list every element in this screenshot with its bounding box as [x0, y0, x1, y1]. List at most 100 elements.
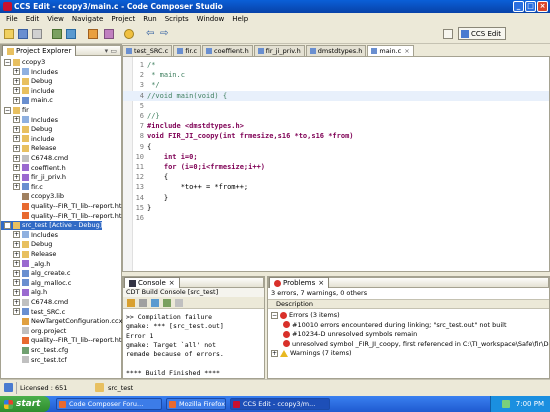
- menu-project[interactable]: Project: [107, 15, 139, 23]
- project-explorer-tab[interactable]: Project Explorer: [2, 45, 77, 56]
- tree-item[interactable]: − src_test [Active - Debug]: [1, 221, 103, 231]
- collapse-icon[interactable]: −: [4, 58, 11, 66]
- code-line[interactable]: 15}: [123, 203, 549, 213]
- tree-item[interactable]: + _alg.h: [1, 260, 50, 269]
- maximize-button[interactable]: □: [525, 1, 536, 12]
- expand-icon[interactable]: +: [13, 164, 20, 172]
- tree-item[interactable]: + fir_ji_priv.h: [1, 173, 66, 182]
- tree-item[interactable]: + Includes: [1, 116, 58, 125]
- code-line[interactable]: 4//void main(void) {: [123, 90, 549, 101]
- scroll-lock-icon[interactable]: [139, 299, 147, 307]
- fast-view-icon[interactable]: [4, 383, 13, 392]
- debug-icon[interactable]: [66, 29, 76, 39]
- expand-icon[interactable]: +: [13, 68, 20, 76]
- menu-run[interactable]: Run: [139, 15, 160, 23]
- open-console-icon[interactable]: [175, 299, 183, 307]
- problem-row[interactable]: − Errors (3 items): [268, 311, 340, 320]
- tree-item[interactable]: + Includes: [1, 231, 58, 240]
- tree-item[interactable]: ccopy3.lib: [1, 192, 64, 201]
- menu-help[interactable]: Help: [228, 15, 252, 23]
- tree-item[interactable]: + C6748.cmd: [1, 154, 68, 163]
- back-arrow-icon[interactable]: ⇦: [146, 29, 156, 39]
- expand-icon[interactable]: +: [13, 269, 20, 277]
- menu-scripts[interactable]: Scripts: [161, 15, 193, 23]
- close-problems-icon[interactable]: ×: [318, 279, 324, 287]
- expand-icon[interactable]: +: [271, 349, 278, 357]
- editor-tab[interactable]: fir.c: [173, 45, 202, 56]
- perspective-ccs-edit-button[interactable]: CCS Edit: [458, 27, 506, 40]
- expand-icon[interactable]: +: [13, 154, 20, 162]
- new-file-icon[interactable]: [4, 29, 14, 39]
- expand-icon[interactable]: +: [13, 250, 20, 258]
- menu-window[interactable]: Window: [193, 15, 229, 23]
- editor-tab[interactable]: dmstdtypes.h: [305, 45, 367, 56]
- editor-tab[interactable]: main.c ×: [367, 45, 414, 56]
- code-editor[interactable]: 1/* 2 * main.c 3 */4//void main(void) {5 6/…: [122, 56, 550, 272]
- close-console-icon[interactable]: ×: [169, 279, 175, 287]
- tree-item[interactable]: + Release: [1, 144, 56, 153]
- tree-item[interactable]: + alg_create.c: [1, 269, 70, 278]
- expand-icon[interactable]: +: [13, 183, 20, 191]
- tree-item[interactable]: + alg_malloc.c: [1, 279, 71, 288]
- tree-item[interactable]: − ccopy3: [1, 58, 45, 67]
- problem-row[interactable]: #10234-D unresolved symbols remain: [268, 330, 417, 339]
- code-line[interactable]: 9{: [123, 142, 549, 152]
- edit-icon[interactable]: [104, 29, 114, 39]
- expand-icon[interactable]: +: [13, 144, 20, 152]
- code-line[interactable]: 12 {: [123, 172, 549, 182]
- code-line[interactable]: 1/*: [123, 60, 549, 70]
- task-code-composer-forum[interactable]: Code Composer Foru...: [56, 398, 162, 410]
- clear-console-icon[interactable]: [127, 299, 135, 307]
- tree-item[interactable]: + include: [1, 87, 55, 96]
- minimize-button[interactable]: _: [513, 1, 524, 12]
- expand-icon[interactable]: +: [13, 298, 20, 306]
- open-perspective-icon[interactable]: [443, 29, 453, 39]
- code-line[interactable]: 5: [123, 101, 549, 111]
- network-icon[interactable]: [501, 400, 510, 408]
- forward-arrow-icon[interactable]: ⇨: [160, 29, 170, 39]
- start-button[interactable]: start: [0, 396, 50, 412]
- tree-item[interactable]: + alg.h: [1, 288, 47, 297]
- menu-edit[interactable]: Edit: [22, 15, 44, 23]
- task-ccs-edit[interactable]: CCS Edit - ccopy3/m...: [230, 398, 330, 410]
- code-line[interactable]: 16: [123, 213, 549, 223]
- problems-tab[interactable]: Problems ×: [269, 277, 330, 288]
- problem-row[interactable]: #10010 errors encountered during linking…: [268, 321, 507, 330]
- tree-item[interactable]: + Release: [1, 250, 56, 259]
- expand-icon[interactable]: +: [13, 240, 20, 248]
- tree-item[interactable]: + fir.c: [1, 183, 43, 192]
- external-tools-icon[interactable]: [88, 29, 98, 39]
- expand-icon[interactable]: +: [13, 87, 20, 95]
- code-line[interactable]: 10 int i=0;: [123, 152, 549, 162]
- console-tab[interactable]: Console ×: [124, 277, 180, 288]
- tree-item[interactable]: src_test.cfg: [1, 346, 68, 355]
- task-mozilla-firefox[interactable]: Mozilla Firefox: [166, 398, 226, 410]
- expand-icon[interactable]: +: [13, 288, 20, 296]
- problem-row[interactable]: unresolved symbol _FIR_JI_coopy, first r…: [268, 340, 549, 349]
- tree-item[interactable]: src_test.tcf: [1, 356, 67, 365]
- print-icon[interactable]: [32, 29, 42, 39]
- tree-item[interactable]: + main.c: [1, 96, 53, 105]
- code-line[interactable]: 3 */: [123, 80, 549, 90]
- expand-icon[interactable]: +: [13, 135, 20, 143]
- expand-icon[interactable]: +: [13, 116, 20, 124]
- expand-icon[interactable]: +: [13, 125, 20, 133]
- code-line[interactable]: 8 void FIR_JI_coopy(int frmesize,s16 *to,…: [123, 131, 549, 141]
- code-line[interactable]: 11 for (i=0;i<frmesize;i++): [123, 162, 549, 172]
- build-icon[interactable]: [52, 29, 62, 39]
- view-menu-icon[interactable]: ▾ ▭: [105, 47, 117, 55]
- code-line[interactable]: 7 #include <dmstdtypes.h>: [123, 121, 549, 131]
- close-tab-icon[interactable]: ×: [404, 47, 409, 55]
- menu-file[interactable]: File: [2, 15, 22, 23]
- tree-item[interactable]: + Debug: [1, 77, 52, 86]
- display-console-icon[interactable]: [163, 299, 171, 307]
- expand-icon[interactable]: +: [13, 96, 20, 104]
- tree-item[interactable]: quality--FIR_TI_lib--report.html: [1, 202, 130, 211]
- code-line[interactable]: 6//}: [123, 111, 549, 121]
- menu-view[interactable]: View: [43, 15, 68, 23]
- tree-item[interactable]: + Debug: [1, 125, 52, 134]
- tree-item[interactable]: + test_SRC.c: [1, 308, 65, 317]
- tree-item[interactable]: NewTargetConfiguration.ccxml: [1, 317, 131, 326]
- tree-item[interactable]: + Includes: [1, 68, 58, 77]
- expand-icon[interactable]: +: [13, 279, 20, 287]
